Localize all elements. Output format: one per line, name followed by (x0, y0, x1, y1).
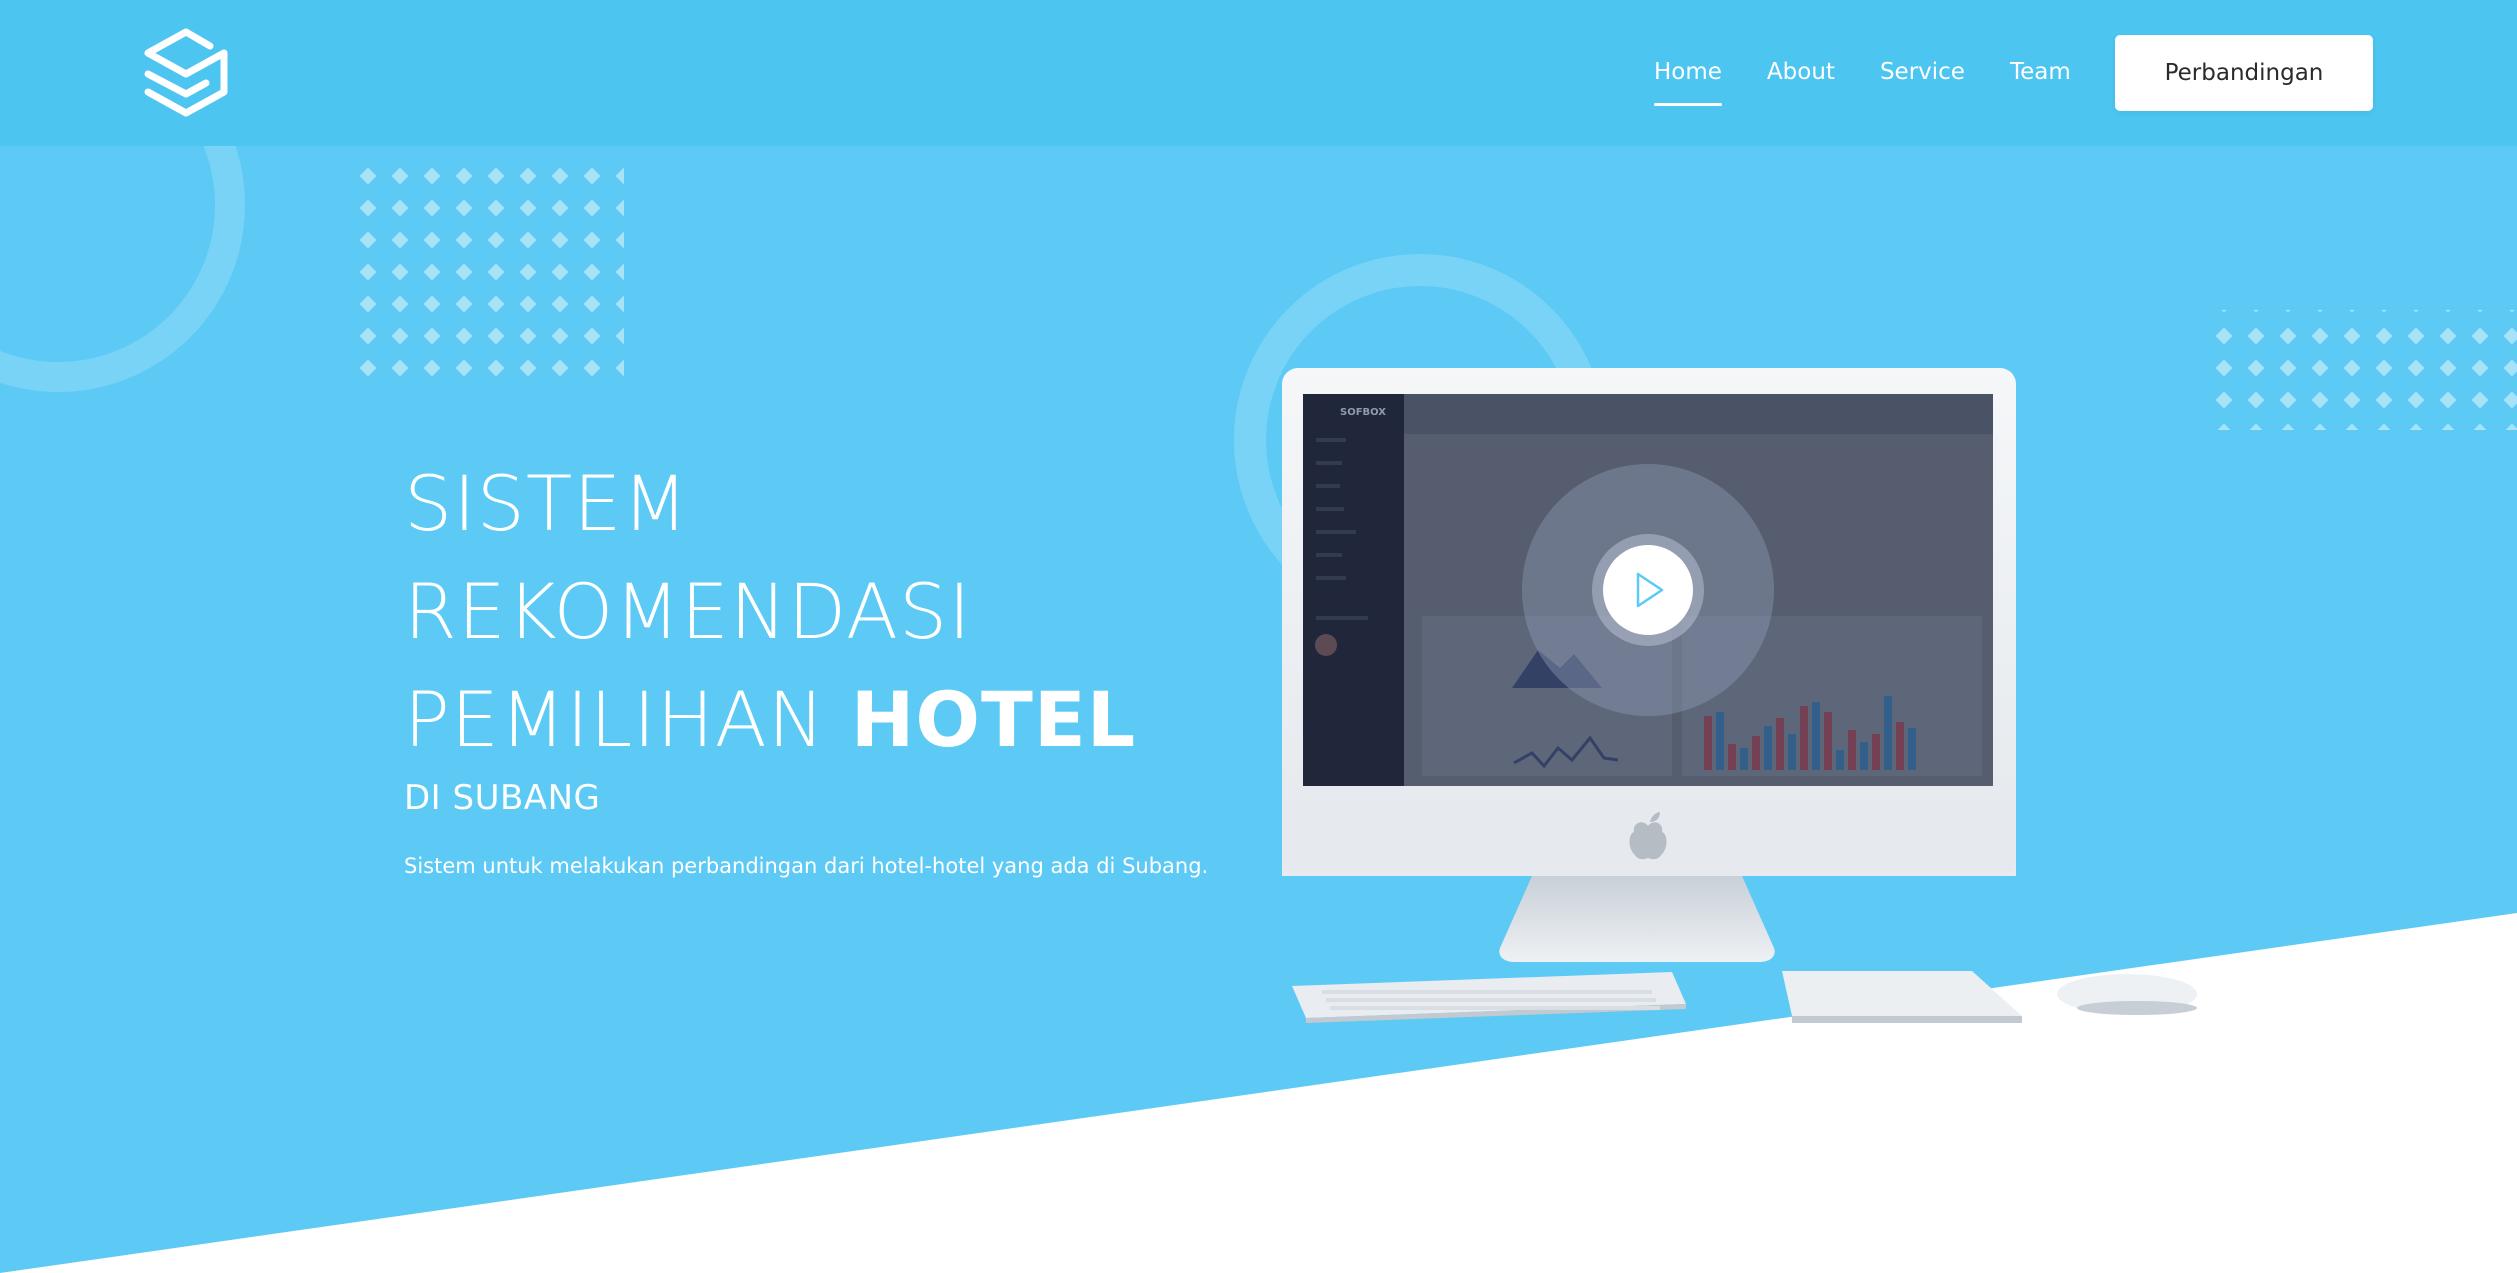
navbar: Home About Service Team Perbandingan (0, 0, 2517, 146)
keyboard (1292, 972, 1686, 1023)
nav-link-home[interactable]: Home (1654, 52, 1722, 106)
imac-stand (1499, 876, 1775, 962)
decor-dots-right (2212, 310, 2517, 430)
hero-description: Sistem untuk melakukan perbandingan dari… (404, 854, 1209, 878)
perbandingan-button[interactable]: Perbandingan (2115, 35, 2373, 111)
trackpad (1782, 971, 2022, 1016)
nav-link-service[interactable]: Service (1880, 52, 1965, 92)
hero-title-line-2: REKOMENDASI (404, 567, 972, 656)
hero-section: Home About Service Team Perbandingan SIS… (0, 0, 2517, 1273)
hero-text: SISTEM REKOMENDASI PEMILIHAN HOTEL DI SU… (404, 450, 1208, 878)
nav-link-team[interactable]: Team (2010, 52, 2071, 92)
decor-dots-left (346, 160, 624, 384)
imac-illustration: SOFBOX (1282, 368, 2197, 1023)
hero-title-line-3: PEMILIHAN HOTEL (404, 666, 1208, 774)
nav-link-about[interactable]: About (1767, 52, 1835, 92)
video-play-button[interactable] (1522, 464, 1774, 716)
hero-subtitle: DI SUBANG (404, 778, 601, 818)
main-nav: Home About Service Team (1654, 52, 2116, 106)
hero-title-light: PEMILIHAN (404, 675, 826, 764)
cube-logo-icon[interactable] (140, 26, 232, 118)
hero-title-line-1: SISTEM (404, 459, 689, 548)
hero-title-bold: HOTEL (850, 675, 1137, 764)
